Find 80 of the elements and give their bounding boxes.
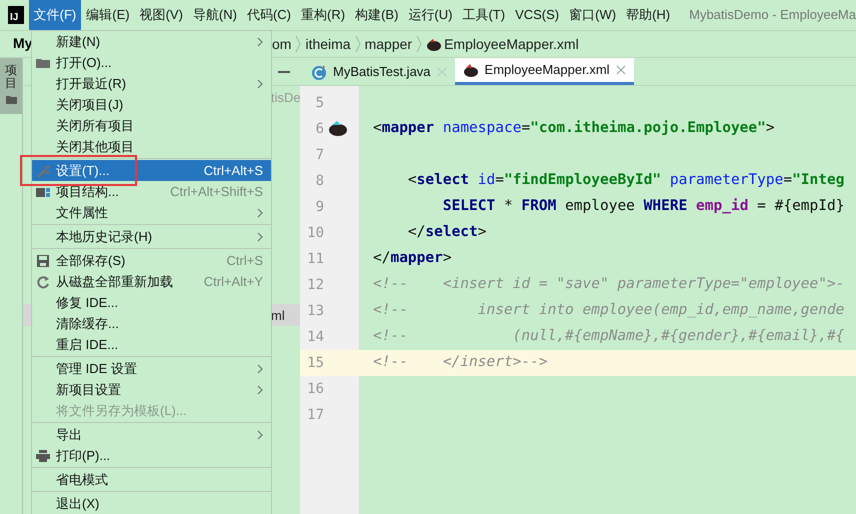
breadcrumb[interactable]: om [272, 34, 292, 54]
breadcrumb[interactable]: itheima [305, 34, 351, 54]
menu-bar-item[interactable]: 窗口(W) [564, 0, 622, 30]
wrench-icon [36, 164, 50, 178]
close-icon[interactable] [436, 66, 447, 76]
code-line: <mapper namespace="com.itheima.pojo.Employee"> [372, 119, 775, 138]
code-line: <select id="findEmployeeById" parameterType="Integ [406, 171, 844, 190]
menu-item[interactable]: 打开最近(R) [32, 73, 271, 94]
code-line: <!-- <insert id = "save" parameterType="employee">- [372, 275, 844, 294]
breadcrumb[interactable]: mapper [364, 34, 412, 54]
project-name: My [13, 35, 32, 51]
code-line: SELECT * FROM employee WHERE emp_id = #{empId} [442, 197, 844, 216]
menu-bar-item[interactable]: 工具(T) [457, 0, 510, 30]
line-number: 6 [314, 120, 324, 138]
menu-bar-item[interactable]: 导航(N) [188, 0, 242, 30]
line-number: 9 [314, 198, 324, 216]
tree-item: tisDe [271, 89, 301, 107]
menu-item[interactable]: 省电模式 [32, 469, 271, 490]
menu-item[interactable]: 文件属性 [32, 202, 271, 223]
class-icon [311, 64, 327, 80]
menu-bar-item[interactable]: 重构(R) [296, 0, 350, 30]
menu-bar-item[interactable]: 运行(U) [403, 0, 458, 30]
menu-item[interactable]: 从磁盘全部重新加载 Ctrl+Alt+Y [32, 271, 271, 292]
line-number: 17 [306, 406, 324, 424]
menu-bar-item[interactable]: 编辑(E) [81, 0, 135, 30]
menu-item[interactable]: 打开(O)... [32, 52, 271, 73]
menu-item[interactable]: 项目结构... Ctrl+Alt+Shift+S [32, 181, 271, 202]
app-logo: IJ [8, 6, 24, 24]
menu-item[interactable]: 导出 [32, 424, 271, 445]
line-number: 12 [306, 276, 324, 294]
window-title: MybatisDemo - EmployeeMa [689, 6, 856, 24]
bird-icon [462, 62, 479, 78]
save-icon [36, 254, 50, 268]
menu-item[interactable]: 新建(N) [32, 31, 271, 52]
menu-item[interactable]: 重启 IDE... [32, 334, 271, 355]
menu-item[interactable]: 全部保存(S) Ctrl+S [32, 250, 271, 271]
line-number: 7 [314, 146, 324, 164]
code-line: <!-- insert into employee(emp_id,emp_name,gende [372, 301, 844, 320]
menu-item[interactable]: 本地历史记录(H) [32, 226, 271, 247]
line-number: 16 [306, 380, 324, 398]
menu-bar-item[interactable]: 文件(F) [28, 0, 82, 30]
editor-tab[interactable]: MyBatisTest.java [303, 58, 455, 85]
tree-item: ml [271, 307, 285, 325]
chevron-icon [295, 35, 302, 53]
line-number: 11 [306, 250, 324, 268]
bird-icon [426, 36, 442, 52]
chevron-icon [354, 35, 361, 53]
code-line: <!-- (null,#{empName},#{gender},#{email},#{ [372, 327, 844, 346]
menu-item[interactable]: 管理 IDE 设置 [32, 358, 271, 379]
menu-item[interactable]: 关闭其他项目 [32, 136, 271, 157]
line-number: 10 [306, 224, 324, 242]
menu-item[interactable]: 新项目设置 [32, 379, 271, 400]
line-number: 15 [306, 354, 324, 372]
menu-item[interactable]: 设置(T)... Ctrl+Alt+S [32, 160, 271, 181]
chevron-icon [416, 35, 422, 53]
menu-bar-item[interactable]: 构建(B) [350, 0, 404, 30]
project-tool-tab[interactable]: 项目 [0, 58, 22, 114]
menu-bar-item[interactable]: 代码(C) [242, 0, 296, 30]
code-line: </mapper> [372, 249, 452, 268]
menu-bar-item[interactable]: 帮助(H) [621, 0, 676, 30]
menu-item[interactable]: 关闭所有项目 [32, 115, 271, 136]
folder-icon [6, 94, 16, 104]
code-line: </select> [406, 223, 487, 242]
printer-icon [36, 448, 50, 462]
breadcrumb[interactable]: EmployeeMapper.xml [444, 34, 579, 54]
line-number: 14 [306, 328, 324, 346]
refresh-icon [36, 274, 50, 288]
editor-tab[interactable]: EmployeeMapper.xml [454, 58, 634, 85]
menu-item[interactable]: 退出(X) [32, 493, 271, 514]
menu-item[interactable]: 清除缓存... [32, 313, 271, 334]
line-number: 5 [314, 94, 324, 112]
line-number: 13 [306, 302, 324, 320]
line-number: 8 [314, 172, 324, 190]
menu-bar-item[interactable]: 视图(V) [134, 0, 188, 30]
menu-bar-item[interactable]: VCS(S) [510, 0, 564, 30]
code-line: <!-- </insert>--> [372, 353, 548, 372]
close-icon[interactable] [616, 65, 626, 75]
menu-item[interactable]: 打印(P)... [32, 445, 271, 466]
menu-item[interactable]: 修复 IDE... [32, 292, 271, 313]
menu-item[interactable]: 关闭项目(J) [32, 94, 271, 115]
